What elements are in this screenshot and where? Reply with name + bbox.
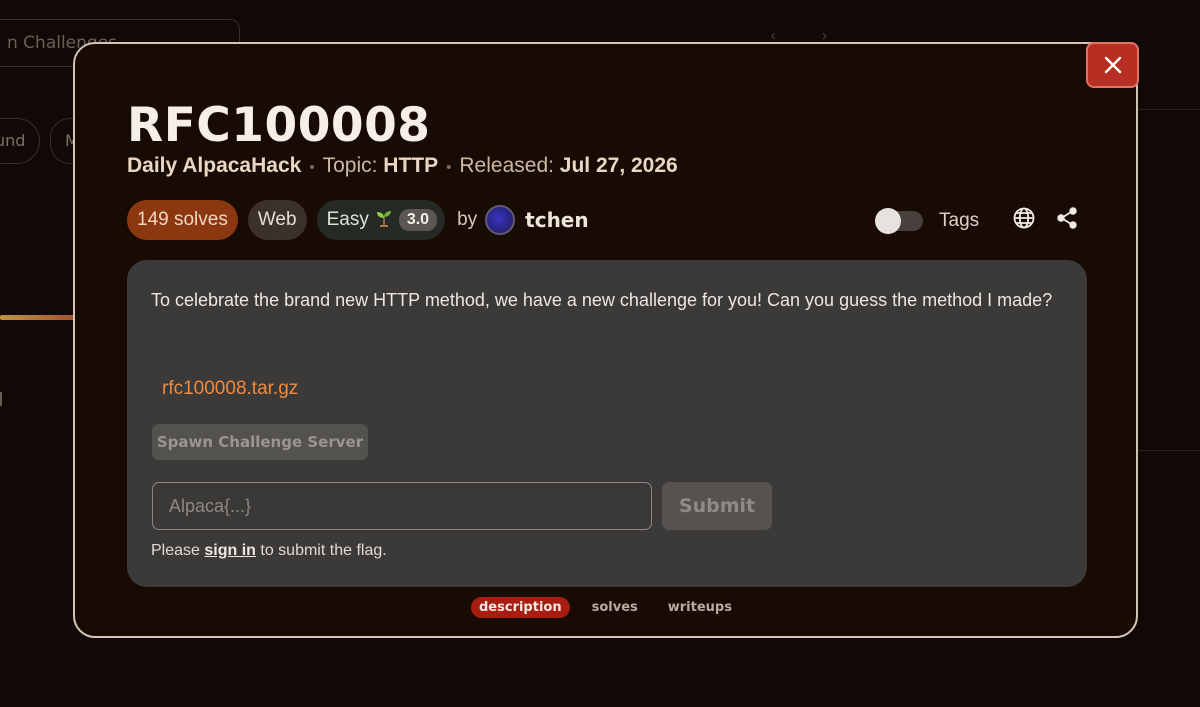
background-progress-bar (0, 315, 76, 320)
released-label: Released: (459, 154, 554, 177)
solves-badge[interactable]: 149 solves (127, 200, 238, 240)
signin-prefix: Please (151, 542, 200, 559)
signin-note: Please sign in to submit the flag. (151, 542, 387, 560)
topic-value: HTTP (383, 154, 439, 177)
tags-control: Tags (875, 206, 980, 236)
challenge-meta: Daily AlpacaHack • Topic: HTTP • Released: J… (127, 154, 678, 178)
tags-toggle[interactable] (875, 208, 923, 234)
difficulty-label: Easy (326, 209, 369, 230)
difficulty-score: 3.0 (398, 209, 438, 231)
separator-dot: • (309, 159, 315, 176)
signin-suffix: to submit the flag. (260, 542, 387, 559)
modal-tabs: description solves writeups (471, 596, 754, 618)
close-button[interactable] (1086, 42, 1139, 88)
challenge-modal: RFC100008 Daily AlpacaHack • Topic: HTTP • R… (73, 42, 1139, 638)
event-name: Daily AlpacaHack (127, 154, 302, 177)
background-divider (1138, 109, 1200, 110)
category-badge: Web (247, 200, 307, 240)
challenge-panel: To celebrate the brand new HTTP method, … (127, 260, 1087, 587)
tab-solves[interactable]: solves (584, 597, 646, 618)
challenge-description: To celebrate the brand new HTTP method, … (151, 290, 1053, 310)
flag-input[interactable] (152, 482, 652, 530)
spawn-server-button[interactable]: Spawn Challenge Server (152, 424, 368, 460)
background-filter-pill: und (0, 118, 40, 164)
challenge-title: RFC100008 (127, 98, 431, 153)
share-icon[interactable] (1055, 206, 1079, 230)
badge-row: 149 solves Web Easy 3.0 by tchen (127, 200, 589, 240)
attachment-link[interactable]: rfc100008.tar.gz (162, 378, 298, 400)
tab-description[interactable]: description (471, 596, 570, 618)
author-name[interactable]: tchen (525, 208, 588, 232)
author-avatar[interactable] (485, 205, 516, 235)
background-divider (1138, 450, 1200, 451)
submit-button[interactable]: Submit (662, 482, 772, 530)
globe-icon[interactable] (1012, 206, 1036, 230)
difficulty-badge: Easy 3.0 (316, 200, 446, 240)
toggle-knob (875, 208, 901, 234)
released-date: Jul 27, 2026 (559, 154, 678, 177)
tags-label: Tags (939, 210, 980, 231)
topic-label: Topic: (322, 154, 378, 177)
background-divider (0, 392, 2, 406)
by-label: by (457, 209, 478, 230)
separator-dot: • (446, 159, 452, 176)
tab-writeups[interactable]: writeups (660, 597, 740, 618)
sprout-icon (375, 209, 393, 232)
signin-link[interactable]: sign in (204, 542, 256, 559)
close-icon (1104, 56, 1121, 74)
